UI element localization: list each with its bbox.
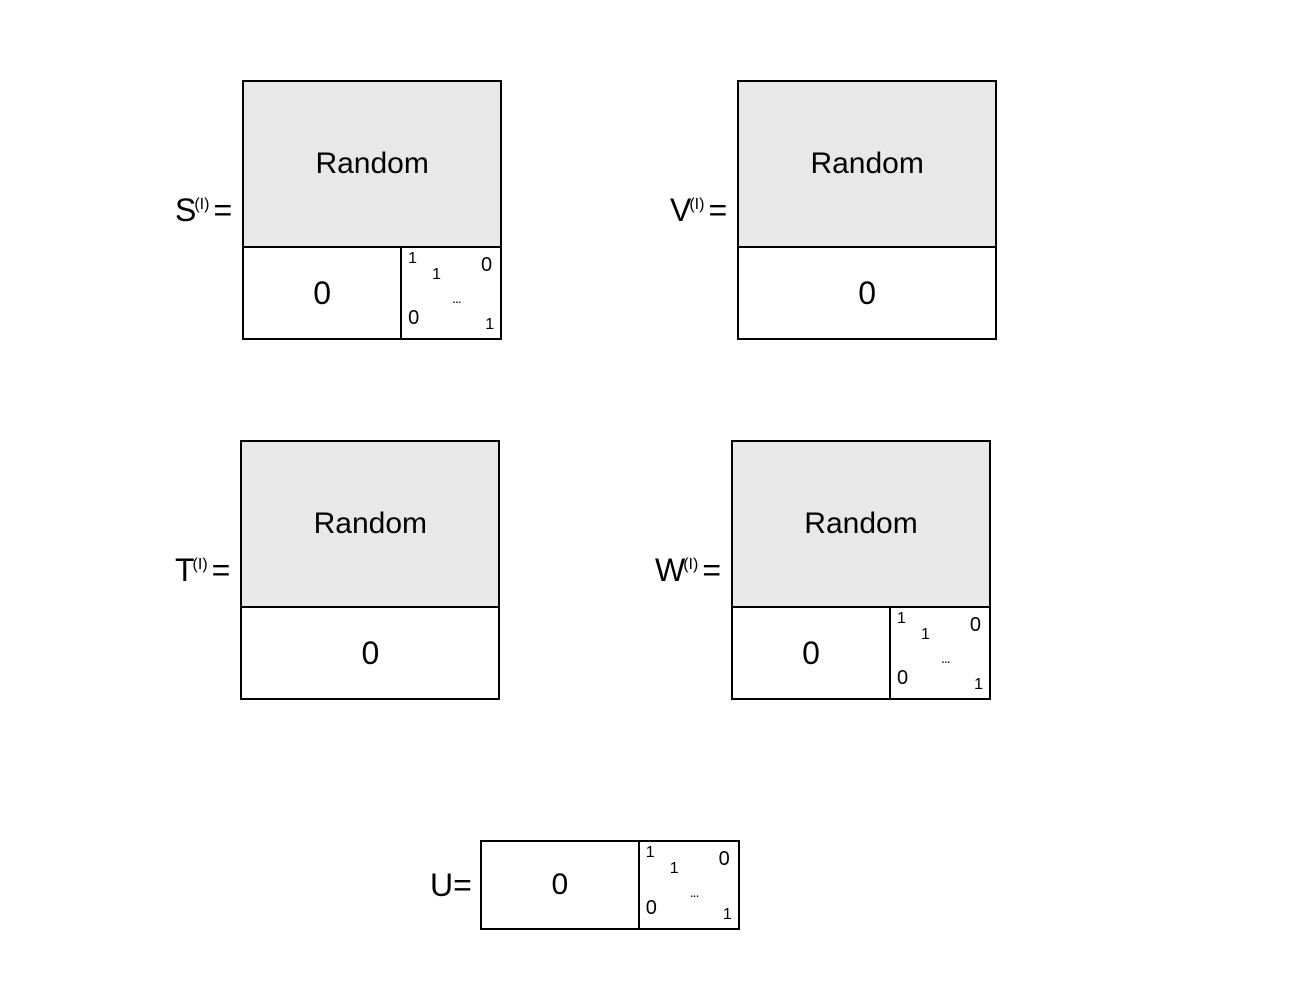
matrix-W-letter: W bbox=[655, 552, 685, 589]
matrix-T-zero-block: 0 bbox=[242, 608, 498, 698]
matrix-U-row: 0 1 1 0 0 ... 1 bbox=[482, 842, 738, 928]
matrix-W-label: W (I) = bbox=[655, 552, 721, 589]
matrix-S-superscript: (I) bbox=[194, 196, 209, 214]
matrix-T-random-block: Random bbox=[242, 442, 498, 608]
matrix-U-label: U = bbox=[430, 867, 472, 904]
matrix-V-zero-label: 0 bbox=[858, 275, 876, 312]
matrix-S-equals: = bbox=[213, 192, 232, 229]
identity-bottom-left-zero: 0 bbox=[646, 897, 657, 920]
matrix-S-box: Random 0 1 1 0 0 ... 1 bbox=[242, 80, 502, 340]
matrix-W-bottom-row: 0 1 1 0 0 ... 1 bbox=[733, 608, 989, 698]
matrix-U-equals: = bbox=[453, 867, 472, 904]
identity-bottom-right-one: 1 bbox=[485, 316, 494, 334]
matrix-T-box: Random 0 bbox=[240, 440, 500, 700]
identity-top-left-one: 1 bbox=[408, 250, 417, 268]
matrix-W-zero-label: 0 bbox=[802, 635, 820, 672]
identity-top-left-one: 1 bbox=[897, 610, 906, 628]
matrix-V: V (I) = Random 0 bbox=[670, 80, 997, 340]
identity-top-left-one: 1 bbox=[646, 844, 655, 862]
matrix-V-random-label: Random bbox=[810, 147, 923, 181]
matrix-W-box: Random 0 1 1 0 0 ... 1 bbox=[731, 440, 991, 700]
identity-diag-one: 1 bbox=[432, 266, 441, 284]
matrix-S-random-block: Random bbox=[244, 82, 500, 248]
identity-dots: ... bbox=[690, 884, 699, 900]
matrix-U-zero-label: 0 bbox=[551, 868, 568, 902]
matrix-W-zero-block: 0 bbox=[733, 608, 889, 698]
matrix-V-letter: V bbox=[670, 192, 691, 229]
matrix-V-bottom-row: 0 bbox=[739, 248, 995, 338]
matrix-W-random-block: Random bbox=[733, 442, 989, 608]
matrix-S-bottom-row: 0 1 1 0 0 ... 1 bbox=[244, 248, 500, 338]
matrix-W-superscript: (I) bbox=[683, 556, 698, 574]
matrix-S: S (I) = Random 0 1 1 0 0 ... 1 bbox=[175, 80, 502, 340]
matrix-V-label: V (I) = bbox=[670, 192, 727, 229]
matrix-U-box: 0 1 1 0 0 ... 1 bbox=[480, 840, 740, 930]
matrix-V-zero-block: 0 bbox=[739, 248, 995, 338]
identity-dots: ... bbox=[452, 290, 461, 306]
identity-bottom-left-zero: 0 bbox=[897, 667, 908, 690]
identity-bottom-right-one: 1 bbox=[723, 906, 732, 924]
matrix-V-superscript: (I) bbox=[689, 196, 704, 214]
matrix-S-label: S (I) = bbox=[175, 192, 232, 229]
matrix-S-random-label: Random bbox=[315, 147, 428, 181]
matrix-V-box: Random 0 bbox=[737, 80, 997, 340]
matrix-V-random-block: Random bbox=[739, 82, 995, 248]
matrix-U: U = 0 1 1 0 0 ... 1 bbox=[430, 840, 740, 930]
matrix-S-identity-block: 1 1 0 0 ... 1 bbox=[400, 248, 500, 338]
matrix-T-zero-label: 0 bbox=[361, 635, 379, 672]
matrix-S-letter: S bbox=[175, 192, 196, 229]
matrix-T-random-label: Random bbox=[314, 507, 427, 541]
identity-diag-one: 1 bbox=[670, 860, 679, 878]
matrix-T-bottom-row: 0 bbox=[242, 608, 498, 698]
matrix-U-identity-block: 1 1 0 0 ... 1 bbox=[638, 842, 738, 928]
matrix-W-equals: = bbox=[702, 552, 721, 589]
matrix-S-zero-label: 0 bbox=[313, 275, 331, 312]
identity-top-right-zero: 0 bbox=[719, 848, 730, 871]
identity-bottom-right-one: 1 bbox=[974, 676, 983, 694]
identity-diag-one: 1 bbox=[921, 626, 930, 644]
matrix-W-random-label: Random bbox=[804, 507, 917, 541]
matrix-W: W (I) = Random 0 1 1 0 0 ... 1 bbox=[655, 440, 991, 700]
matrix-V-equals: = bbox=[708, 192, 727, 229]
matrix-T: T (I) = Random 0 bbox=[175, 440, 500, 700]
matrix-T-superscript: (I) bbox=[193, 556, 208, 574]
identity-top-right-zero: 0 bbox=[481, 254, 492, 277]
matrix-W-identity-block: 1 1 0 0 ... 1 bbox=[889, 608, 989, 698]
matrix-U-zero-block: 0 bbox=[482, 842, 638, 928]
matrix-T-equals: = bbox=[212, 552, 231, 589]
matrix-S-zero-block: 0 bbox=[244, 248, 400, 338]
identity-top-right-zero: 0 bbox=[970, 614, 981, 637]
identity-bottom-left-zero: 0 bbox=[408, 307, 419, 330]
matrix-T-label: T (I) = bbox=[175, 552, 230, 589]
identity-dots: ... bbox=[941, 650, 950, 666]
matrix-U-letter: U bbox=[430, 867, 453, 904]
